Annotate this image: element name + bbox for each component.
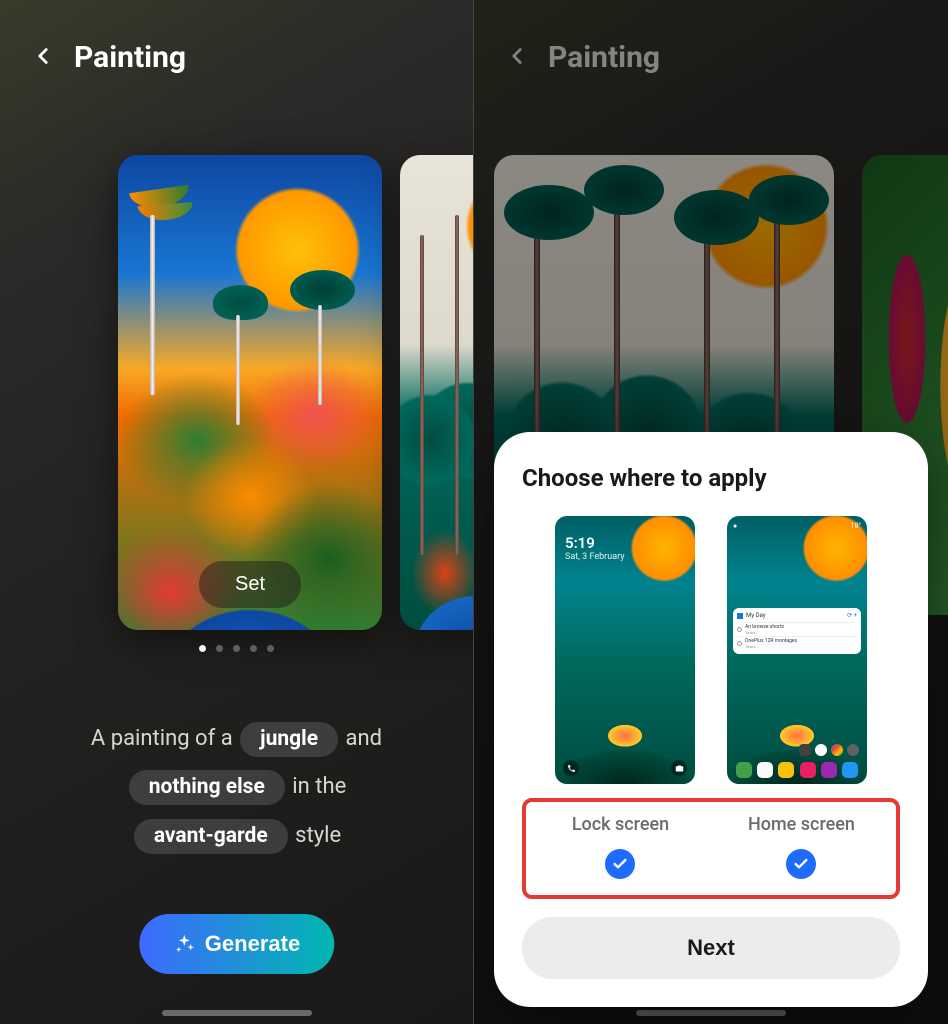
phone-icon (563, 760, 579, 776)
back-icon[interactable] (504, 43, 530, 73)
page-title: Painting (74, 40, 186, 75)
prompt-text: A painting of a (91, 726, 233, 751)
home-screen-preview[interactable]: ●18° My Day ⟳ + An browse shortsTasks On… (727, 516, 867, 784)
prompt-chip-subject[interactable]: jungle (240, 722, 338, 757)
selection-highlight: Lock screen Home screen (522, 798, 900, 899)
lock-date: Sat, 3 February (565, 552, 685, 562)
wallpaper-image-2 (400, 155, 474, 630)
lock-screen-preview[interactable]: 5:19 Sat, 3 February (555, 516, 695, 784)
header: Painting (0, 0, 473, 75)
generate-label: Generate (205, 931, 300, 957)
prompt-text: in the (292, 774, 346, 799)
left-panel: Painting Set (0, 0, 474, 1024)
prompt-text: style (295, 823, 341, 848)
wallpaper-image (118, 155, 382, 630)
checkmark-icon[interactable] (786, 849, 816, 879)
prompt-builder: A painting of a jungle and nothing else … (0, 715, 473, 860)
dot[interactable] (199, 645, 206, 652)
camera-icon (671, 760, 687, 776)
home-widget: My Day ⟳ + An browse shortsTasks OnePlus… (733, 608, 861, 654)
set-button[interactable]: Set (199, 561, 301, 608)
next-button[interactable]: Next (522, 917, 900, 979)
right-panel: Painting Generate Choose where to apply (474, 0, 948, 1024)
home-screen-label: Home screen (748, 814, 855, 835)
preview-row: 5:19 Sat, 3 February ●18° (522, 516, 900, 784)
carousel-dots (0, 645, 473, 652)
nav-handle[interactable] (636, 1010, 786, 1016)
prompt-chip-modifier[interactable]: nothing else (129, 770, 285, 805)
dot[interactable] (216, 645, 223, 652)
lock-screen-label: Lock screen (572, 814, 669, 835)
generate-button[interactable]: Generate (139, 914, 334, 974)
dialog-title: Choose where to apply (522, 464, 900, 492)
prompt-text: and (346, 726, 383, 751)
wallpaper-carousel[interactable]: Set (0, 155, 473, 630)
dot[interactable] (267, 645, 274, 652)
sparkle-icon (173, 933, 195, 955)
home-screen-choice[interactable]: Home screen (720, 814, 883, 879)
wallpaper-card-main[interactable]: Set (118, 155, 382, 630)
wallpaper-card-next[interactable] (400, 155, 474, 630)
dot[interactable] (250, 645, 257, 652)
lock-time: 5:19 (565, 534, 685, 552)
prompt-chip-style[interactable]: avant-garde (134, 819, 288, 854)
nav-handle[interactable] (162, 1010, 312, 1016)
page-title: Painting (548, 40, 660, 75)
checkmark-icon[interactable] (605, 849, 635, 879)
lock-screen-choice[interactable]: Lock screen (539, 814, 702, 879)
dot[interactable] (233, 645, 240, 652)
header: Painting (474, 0, 948, 75)
back-icon[interactable] (30, 43, 56, 73)
widget-title: My Day (746, 612, 766, 619)
apply-dialog: Choose where to apply 5:19 Sat, 3 Februa… (494, 432, 928, 1007)
